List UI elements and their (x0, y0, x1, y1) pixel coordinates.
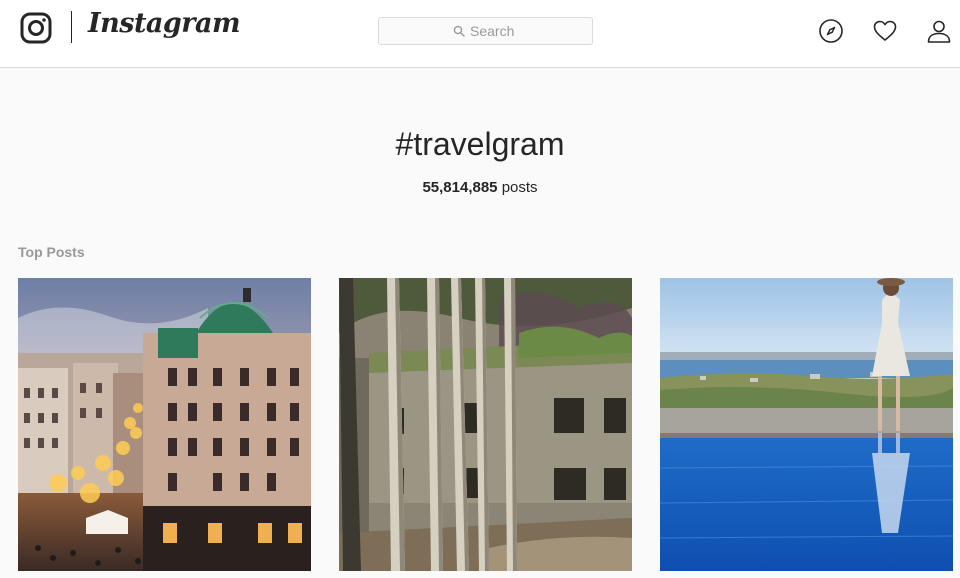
woman-by-pool-image (660, 278, 953, 571)
post-count-label: posts (501, 179, 538, 196)
ruined-building-forest-image (339, 278, 632, 571)
city-building-image (18, 278, 311, 571)
post-count: 55,814,885 posts (0, 178, 960, 198)
post-thumbnail[interactable] (339, 278, 632, 571)
instagram-wordmark[interactable]: Instagram (88, 8, 241, 39)
hashtag-title: #travelgram (395, 126, 565, 162)
search-input[interactable] (470, 23, 518, 39)
top-posts-heading: Top Posts (18, 244, 85, 260)
compass-icon[interactable] (818, 18, 844, 44)
search-box[interactable] (378, 17, 593, 45)
heart-icon[interactable] (872, 18, 898, 44)
search-icon (453, 25, 465, 37)
logo-divider (71, 11, 72, 43)
post-thumbnail[interactable] (660, 278, 953, 571)
post-thumbnail[interactable] (18, 278, 311, 571)
top-navigation-bar: Instagram (0, 0, 960, 68)
person-icon[interactable] (926, 18, 952, 44)
post-count-number: 55,814,885 (422, 179, 498, 196)
instagram-camera-icon[interactable] (20, 12, 52, 44)
